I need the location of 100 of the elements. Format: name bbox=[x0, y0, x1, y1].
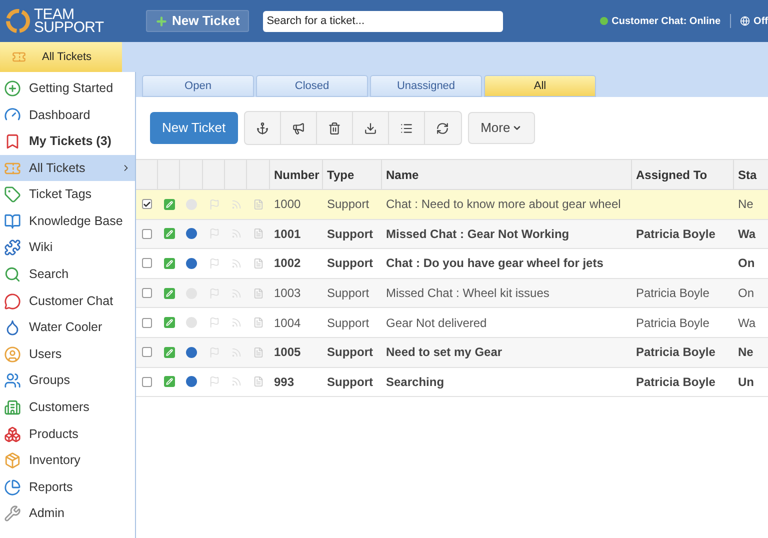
document-icon[interactable] bbox=[253, 317, 264, 328]
logo-text: SUPPORT bbox=[34, 21, 104, 34]
sidebar-item[interactable]: Reports bbox=[0, 474, 135, 500]
status-label[interactable]: Off bbox=[754, 14, 768, 28]
ticket-row[interactable]: 1000 Support Chat : Need to know more about gear wheel Ne bbox=[136, 190, 768, 220]
flag-icon[interactable] bbox=[208, 288, 220, 299]
table-cell-text: Patricia Boyle bbox=[635, 285, 710, 302]
search-icon bbox=[4, 266, 21, 283]
page-tab[interactable]: All Tickets bbox=[0, 42, 122, 72]
sidebar-item[interactable]: Search bbox=[0, 261, 135, 288]
flag-icon[interactable] bbox=[208, 376, 220, 388]
row-checkbox[interactable] bbox=[142, 199, 152, 210]
logo-text: TEAM bbox=[34, 8, 74, 21]
filter-tab[interactable]: Unassigned bbox=[370, 75, 482, 97]
tag-icon bbox=[4, 186, 21, 204]
document-icon[interactable] bbox=[253, 228, 264, 240]
chat-status[interactable]: Customer Chat: Online bbox=[612, 14, 721, 28]
filter-tab[interactable]: Closed bbox=[256, 75, 368, 97]
sidebar-item[interactable]: Water Cooler bbox=[0, 314, 135, 341]
edit-icon[interactable] bbox=[164, 198, 174, 210]
chat-icon bbox=[4, 292, 21, 310]
edit-icon[interactable] bbox=[164, 258, 174, 269]
plus-circle-icon bbox=[4, 80, 21, 97]
flag-icon[interactable] bbox=[208, 317, 220, 328]
table-cell-text: Missed Chat : Wheel kit issues bbox=[385, 285, 550, 302]
document-icon[interactable] bbox=[253, 346, 264, 358]
page-tab-label: All Tickets bbox=[42, 50, 92, 65]
document-icon[interactable] bbox=[253, 288, 264, 299]
search-field[interactable]: Search for a ticket... bbox=[262, 10, 503, 32]
flag-icon[interactable] bbox=[208, 346, 220, 358]
row-checkbox[interactable] bbox=[142, 376, 152, 387]
sidebar-item[interactable]: Customer Chat bbox=[0, 288, 135, 314]
edit-icon[interactable] bbox=[164, 228, 174, 240]
row-checkbox[interactable] bbox=[142, 347, 152, 358]
sidebar-item[interactable]: Products bbox=[0, 420, 135, 448]
filter-tab[interactable]: All bbox=[484, 75, 596, 97]
column-header[interactable]: Type bbox=[323, 160, 382, 189]
new-ticket-button[interactable]: New Ticket bbox=[146, 10, 249, 32]
rss-icon[interactable] bbox=[230, 288, 242, 299]
filter-tab[interactable]: Open bbox=[142, 75, 254, 97]
sidebar-item[interactable]: Users bbox=[0, 340, 135, 368]
document-icon[interactable] bbox=[253, 258, 264, 269]
ticket-row[interactable]: 1005 Support Need to set my Gear Patricia Boyle Ne bbox=[136, 338, 768, 368]
edit-icon[interactable] bbox=[164, 288, 174, 299]
column-header[interactable]: Sta bbox=[734, 160, 764, 189]
table-cell-text: Missed Chat : Gear Not Working bbox=[385, 226, 570, 243]
document-icon[interactable] bbox=[253, 376, 264, 388]
ticket-row[interactable]: 1001 Support Missed Chat : Gear Not Working Patricia Boyle Wa bbox=[136, 220, 768, 250]
column-header[interactable]: Assigned To bbox=[632, 160, 734, 189]
megaphone-icon bbox=[292, 122, 305, 134]
edit-icon[interactable] bbox=[164, 317, 174, 328]
table-cell-text: Un bbox=[737, 374, 755, 391]
table-cell-text: 1002 bbox=[273, 255, 302, 272]
pie-chart-icon bbox=[4, 478, 21, 496]
ticket-icon bbox=[12, 50, 26, 64]
row-checkbox[interactable] bbox=[142, 318, 152, 328]
flag-icon[interactable] bbox=[208, 258, 220, 269]
sidebar-item[interactable]: Customers bbox=[0, 394, 135, 421]
table-cell-text: 1000 bbox=[273, 196, 302, 214]
table-cell-text: Wa bbox=[737, 226, 757, 243]
rss-icon[interactable] bbox=[230, 346, 242, 358]
plus-icon bbox=[155, 14, 168, 28]
table-cell-text: 1001 bbox=[273, 226, 302, 243]
ticket-row[interactable]: 993 Support Searching Patricia Boyle Un bbox=[136, 368, 768, 398]
table-cell-text: Chat : Need to know more about gear wheel bbox=[385, 196, 622, 214]
document-icon[interactable] bbox=[253, 198, 264, 210]
edit-icon[interactable] bbox=[164, 346, 174, 358]
table-cell-text: Support bbox=[326, 314, 370, 332]
download-icon bbox=[364, 122, 377, 134]
sidebar-item[interactable]: Knowledge Base bbox=[0, 208, 135, 235]
flag-icon[interactable] bbox=[208, 228, 220, 240]
ticket-row[interactable]: 1003 Support Missed Chat : Wheel kit issues Patricia Boyle On bbox=[136, 278, 768, 308]
sidebar-item[interactable]: Ticket Tags bbox=[0, 181, 135, 208]
sidebar-item[interactable]: Dashboard bbox=[0, 102, 135, 128]
table-cell-text: Support bbox=[326, 374, 374, 391]
column-header[interactable]: Name bbox=[382, 160, 632, 189]
rss-icon[interactable] bbox=[230, 258, 242, 269]
sidebar-item[interactable]: Inventory bbox=[0, 447, 135, 474]
new-ticket-button[interactable]: New Ticket bbox=[150, 112, 238, 144]
row-checkbox[interactable] bbox=[142, 288, 152, 298]
anchor-icon bbox=[256, 122, 269, 134]
table-cell-text: Support bbox=[326, 285, 370, 302]
rss-icon[interactable] bbox=[230, 228, 242, 240]
sidebar-item[interactable]: Groups bbox=[0, 368, 135, 394]
rss-icon[interactable] bbox=[230, 317, 242, 328]
rss-icon[interactable] bbox=[230, 376, 242, 388]
row-checkbox[interactable] bbox=[142, 228, 152, 239]
table-cell-text: 1003 bbox=[273, 285, 302, 302]
edit-icon[interactable] bbox=[164, 376, 174, 388]
bookmark-icon bbox=[4, 132, 21, 150]
more-button[interactable]: More bbox=[468, 112, 536, 144]
rss-icon[interactable] bbox=[230, 198, 242, 210]
column-header[interactable]: Number bbox=[270, 160, 323, 189]
sidebar-item[interactable]: Admin bbox=[0, 500, 135, 528]
sidebar-item[interactable]: Getting Started bbox=[0, 75, 135, 102]
sidebar-item[interactable]: Wiki bbox=[0, 234, 135, 262]
row-checkbox[interactable] bbox=[142, 258, 152, 268]
flag-icon[interactable] bbox=[208, 198, 220, 210]
sidebar-item[interactable]: My Tickets (3) bbox=[0, 128, 135, 155]
sidebar-item[interactable]: All Tickets bbox=[0, 154, 135, 182]
